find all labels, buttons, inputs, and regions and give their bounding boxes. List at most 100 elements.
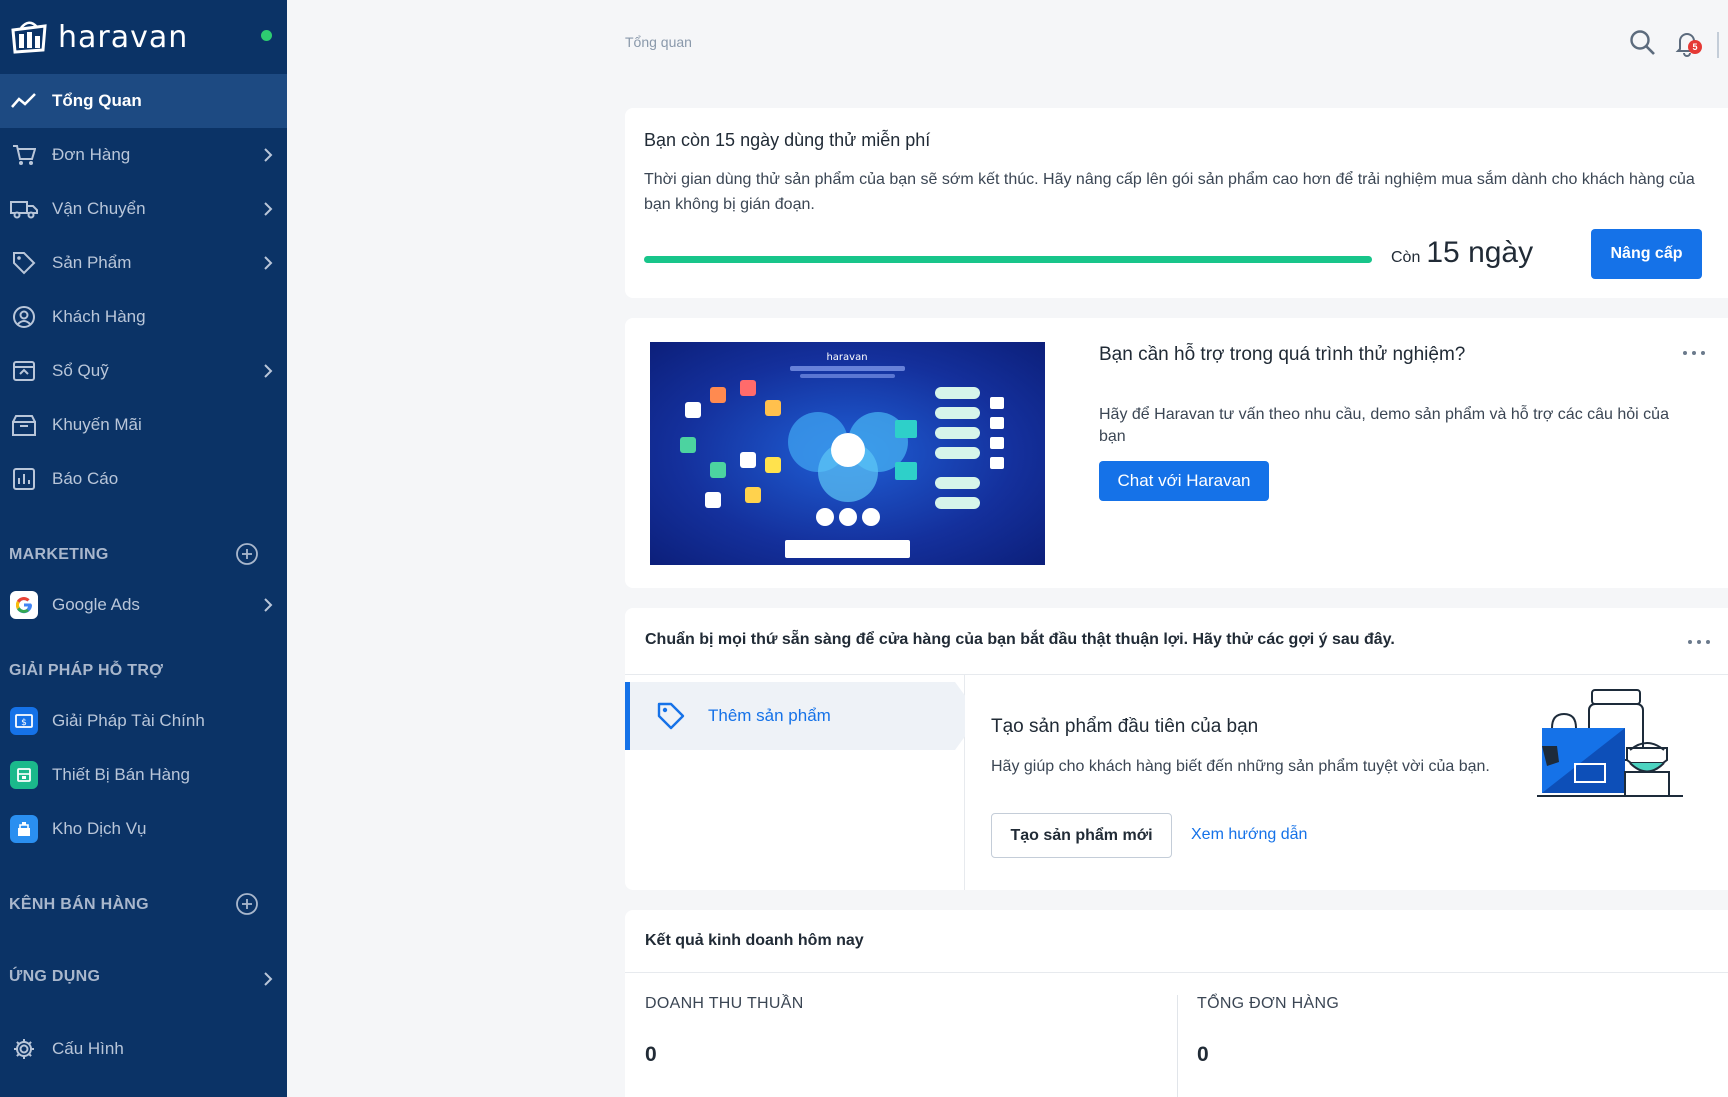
remaining-days: 15 ngày — [1426, 236, 1534, 269]
sidebar-item-cau-hinh[interactable]: Cấu Hình — [0, 1022, 287, 1076]
gift-icon — [10, 411, 38, 439]
chevron-right-icon — [264, 364, 273, 378]
user-circle-icon — [10, 303, 38, 331]
view-guide-link[interactable]: Xem hướng dẫn — [1191, 826, 1307, 844]
sidebar-item-label: Khách Hàng — [52, 307, 146, 326]
search-icon[interactable] — [1628, 28, 1658, 58]
guide-main-title: Tạo sản phẩm đầu tiên của bạn — [991, 716, 1259, 737]
report-icon — [10, 465, 38, 493]
tag-icon — [654, 699, 688, 733]
truck-icon — [10, 195, 38, 223]
finance-icon: $ — [10, 707, 38, 735]
tag-icon — [10, 249, 38, 277]
haravan-solution-diagram-image: haravan — [650, 342, 1045, 565]
metric-label: DOANH THU THUẦN — [645, 995, 804, 1012]
metric-total-orders: TỔNG ĐƠN HÀNG 0 — [1177, 973, 1728, 1097]
section-title: MARKETING — [9, 546, 109, 563]
service-store-icon — [10, 815, 38, 843]
trial-remaining: Còn 15 ngày — [1391, 236, 1533, 270]
sidebar-item-giai-phap-tai-chinh[interactable]: $ Giải Pháp Tài Chính — [0, 694, 287, 748]
sidebar-item-label: Sản Phẩm — [52, 253, 132, 272]
results-title: Kết quả kinh doanh hôm nay — [625, 910, 1728, 973]
upgrade-button[interactable]: Nâng cấp — [1591, 229, 1702, 279]
guide-more-button[interactable] — [1688, 637, 1710, 647]
section-marketing: MARKETING — [0, 506, 287, 578]
section-title: ỨNG DỤNG — [9, 968, 101, 985]
pos-device-icon-wrap — [10, 761, 38, 789]
sidebar-item-label: Thiết Bị Bán Hàng — [52, 765, 190, 784]
metric-value: 0 — [645, 1043, 657, 1066]
section-sales-channels: KÊNH BÁN HÀNG — [0, 856, 287, 928]
sidebar-item-kho-dich-vu[interactable]: Kho Dịch Vụ — [0, 802, 287, 856]
dot — [1683, 351, 1687, 355]
section-title: GIẢI PHÁP HỖ TRỢ — [9, 662, 164, 679]
guide-heading: Chuẩn bị mọi thứ sẵn sàng để cửa hàng củ… — [625, 608, 1728, 675]
brand-name: haravan — [58, 19, 189, 55]
trial-card: Bạn còn 15 ngày dùng thử miễn phí Thời g… — [625, 108, 1728, 298]
dot — [1706, 640, 1710, 644]
online-status-dot — [261, 30, 272, 41]
trend-line-icon — [10, 87, 38, 115]
cashbook-icon — [10, 357, 38, 385]
sidebar-item-san-pham[interactable]: Sản Phẩm — [0, 236, 287, 290]
sidebar-item-don-hang[interactable]: Đơn Hàng — [0, 128, 287, 182]
support-title: Bạn cần hỗ trợ trong quá trình thử nghiệ… — [1099, 344, 1466, 365]
sidebar-item-so-quy[interactable]: Sổ Quỹ — [0, 344, 287, 398]
dot — [1692, 351, 1696, 355]
remaining-prefix: Còn — [1391, 249, 1421, 266]
brand[interactable]: haravan — [0, 0, 287, 74]
sidebar-item-label: Báo Cáo — [52, 469, 119, 488]
metric-value: 0 — [1197, 1043, 1209, 1066]
add-channel-button[interactable] — [235, 892, 259, 916]
guide-step-label: Thêm sản phẩm — [708, 706, 831, 725]
cart-icon — [10, 141, 38, 169]
haravan-logo-icon — [6, 16, 52, 58]
guide-steps-panel: Thêm sản phẩm — [625, 675, 965, 890]
support-more-button[interactable] — [1683, 348, 1705, 358]
metric-label: TỔNG ĐƠN HÀNG — [1197, 995, 1340, 1012]
chat-with-haravan-button[interactable]: Chat với Haravan — [1099, 461, 1269, 501]
dot — [1688, 640, 1692, 644]
sidebar-item-label: Kho Dịch Vụ — [52, 819, 147, 838]
trial-title: Bạn còn 15 ngày dùng thử miễn phí — [644, 130, 931, 150]
chevron-right-icon — [264, 972, 273, 986]
sidebar-item-khuyen-mai[interactable]: Khuyến Mãi — [0, 398, 287, 452]
chevron-right-icon — [264, 202, 273, 216]
sidebar-item-van-chuyen[interactable]: Vận Chuyển — [0, 182, 287, 236]
sidebar-item-bao-cao[interactable]: Báo Cáo — [0, 452, 287, 506]
add-marketing-button[interactable] — [235, 542, 259, 566]
chevron-right-icon — [264, 598, 273, 612]
header-divider — [1717, 32, 1719, 58]
finance-icon-wrap: $ — [10, 707, 38, 735]
trial-description: Thời gian dùng thử sản phẩm của bạn sẽ s… — [644, 171, 1695, 213]
chevron-right-icon — [264, 148, 273, 162]
dot — [1701, 351, 1705, 355]
sidebar-item-tong-quan[interactable]: Tổng Quan — [0, 74, 287, 128]
service-store-icon-wrap — [10, 815, 38, 843]
section-apps[interactable]: ỨNG DỤNG — [0, 928, 287, 1000]
notifications-button[interactable]: 5 — [1672, 28, 1702, 58]
guide-step-add-product[interactable]: Thêm sản phẩm — [625, 682, 965, 750]
sidebar-nav: Tổng Quan Đơn Hàng Vận Chuyển Sản Phẩm K… — [0, 74, 287, 506]
sidebar-item-khach-hang[interactable]: Khách Hàng — [0, 290, 287, 344]
google-icon — [10, 591, 38, 619]
sidebar-item-label: Giải Pháp Tài Chính — [52, 711, 205, 730]
pos-device-icon — [10, 761, 38, 789]
business-results-card: Kết quả kinh doanh hôm nay DOANH THU THU… — [625, 910, 1728, 1097]
sidebar-item-label: Tổng Quan — [52, 91, 142, 110]
sidebar-item-google-ads[interactable]: Google Ads — [0, 578, 287, 632]
sidebar-item-label: Đơn Hàng — [52, 145, 131, 164]
section-title: KÊNH BÁN HÀNG — [9, 896, 149, 913]
breadcrumb[interactable]: Tổng quan — [625, 34, 692, 50]
trial-progress-fill — [644, 256, 1372, 263]
sidebar-item-thiet-bi-ban-hang[interactable]: Thiết Bị Bán Hàng — [0, 748, 287, 802]
dot — [1697, 640, 1701, 644]
image-brand-text: haravan — [826, 352, 867, 363]
trial-progress-bar — [644, 256, 1372, 263]
product-illustration-icon — [1537, 689, 1683, 797]
svg-text:$: $ — [21, 718, 27, 728]
top-header: Tổng quan 5 — [287, 0, 1728, 86]
gear-icon — [10, 1035, 38, 1063]
create-product-button[interactable]: Tạo sản phẩm mới — [991, 813, 1172, 858]
support-description: Hãy để Haravan tư vấn theo nhu cầu, demo… — [1099, 406, 1669, 445]
